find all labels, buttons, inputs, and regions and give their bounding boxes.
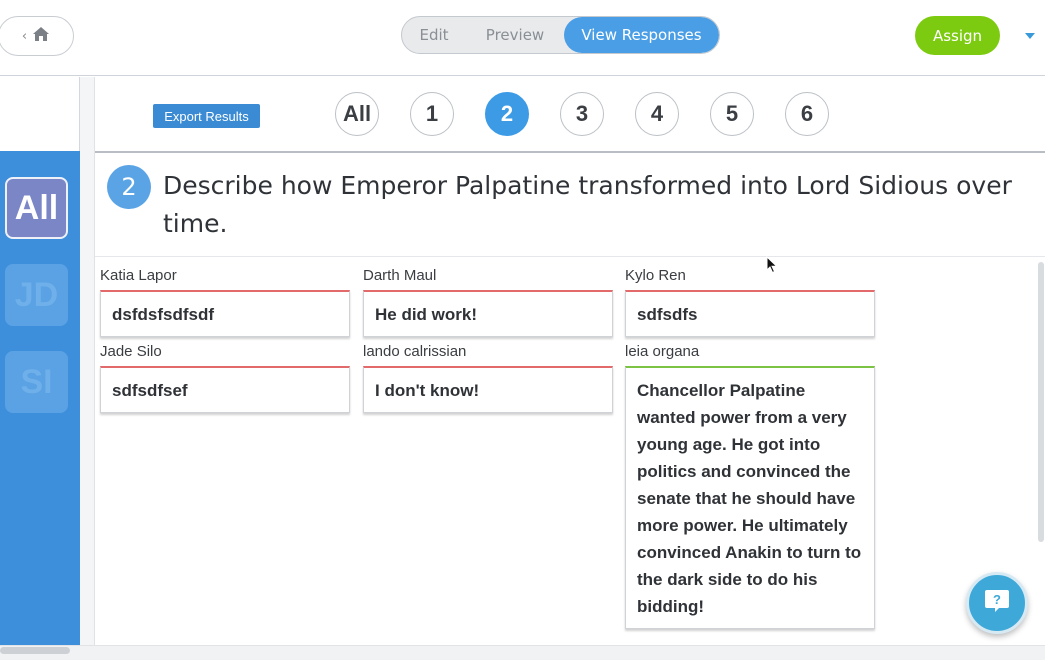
question-nav-4[interactable]: 4	[635, 92, 679, 136]
tab-edit[interactable]: Edit	[402, 17, 466, 53]
response-card: leia organa Chancellor Palpatine wanted …	[625, 342, 875, 629]
bottom-bar	[0, 645, 1045, 660]
mode-switcher: Edit Preview View Responses	[401, 16, 720, 54]
student-name: Jade Silo	[100, 343, 162, 360]
response-answer[interactable]: sdfsdfs	[625, 290, 875, 337]
student-name: leia organa	[625, 343, 700, 360]
response-answer[interactable]: sdfsdfsef	[100, 366, 350, 413]
question-number-badge: 2	[107, 165, 151, 209]
avatar-all[interactable]: All	[5, 177, 68, 239]
mouse-pointer-icon	[766, 255, 778, 278]
student-sidebar: All JD SI	[0, 151, 80, 645]
nav-divider	[95, 151, 1045, 153]
tab-preview[interactable]: Preview	[466, 17, 564, 53]
question-nav-all[interactable]: All	[335, 92, 379, 136]
avatar-jd[interactable]: JD	[5, 264, 68, 326]
response-answer[interactable]: He did work!	[363, 290, 613, 337]
student-name: lando calrissian	[363, 343, 467, 360]
caret-down-icon[interactable]	[1025, 33, 1035, 39]
response-card: lando calrissian I don't know!	[363, 342, 613, 413]
avatar-si[interactable]: SI	[5, 351, 68, 413]
content-divider	[95, 256, 1045, 257]
horizontal-scrollbar[interactable]	[0, 647, 70, 654]
student-name: Katia Lapor	[100, 267, 177, 284]
response-card: Jade Silo sdfsdfsef	[100, 342, 350, 413]
export-results-button[interactable]: Export Results	[153, 104, 260, 128]
student-name: Darth Maul	[363, 267, 437, 284]
help-button[interactable]: ?	[966, 572, 1028, 634]
question-nav-3[interactable]: 3	[560, 92, 604, 136]
response-answer[interactable]: I don't know!	[363, 366, 613, 413]
tab-view-responses[interactable]: View Responses	[564, 17, 719, 53]
question-nav-2[interactable]: 2	[485, 92, 529, 136]
response-card: Kylo Ren sdfsdfs	[625, 266, 875, 337]
question-nav-6[interactable]: 6	[785, 92, 829, 136]
home-icon	[32, 26, 50, 46]
svg-text:?: ?	[993, 592, 1001, 607]
assign-button[interactable]: Assign	[915, 16, 1000, 55]
response-answer[interactable]: Chancellor Palpatine wanted power from a…	[625, 366, 875, 629]
question-nav-1[interactable]: 1	[410, 92, 454, 136]
question-nav-5[interactable]: 5	[710, 92, 754, 136]
sidebar-header-blank	[0, 77, 80, 151]
response-card: Darth Maul He did work!	[363, 266, 613, 337]
chevron-left-icon: ‹	[21, 28, 28, 44]
question-text: Describe how Emperor Palpatine transform…	[163, 171, 1012, 238]
help-chat-icon: ?	[983, 587, 1011, 619]
vertical-scrollbar[interactable]	[1038, 262, 1044, 542]
home-back-button[interactable]: ‹	[0, 16, 74, 56]
top-bar: ‹ Edit Preview View Responses Assign	[0, 0, 1045, 76]
sidebar-gutter	[80, 77, 95, 647]
response-answer[interactable]: dsfdsfsdfsdf	[100, 290, 350, 337]
response-card: Katia Lapor dsfdsfsdfsdf	[100, 266, 350, 337]
student-name: Kylo Ren	[625, 267, 686, 284]
